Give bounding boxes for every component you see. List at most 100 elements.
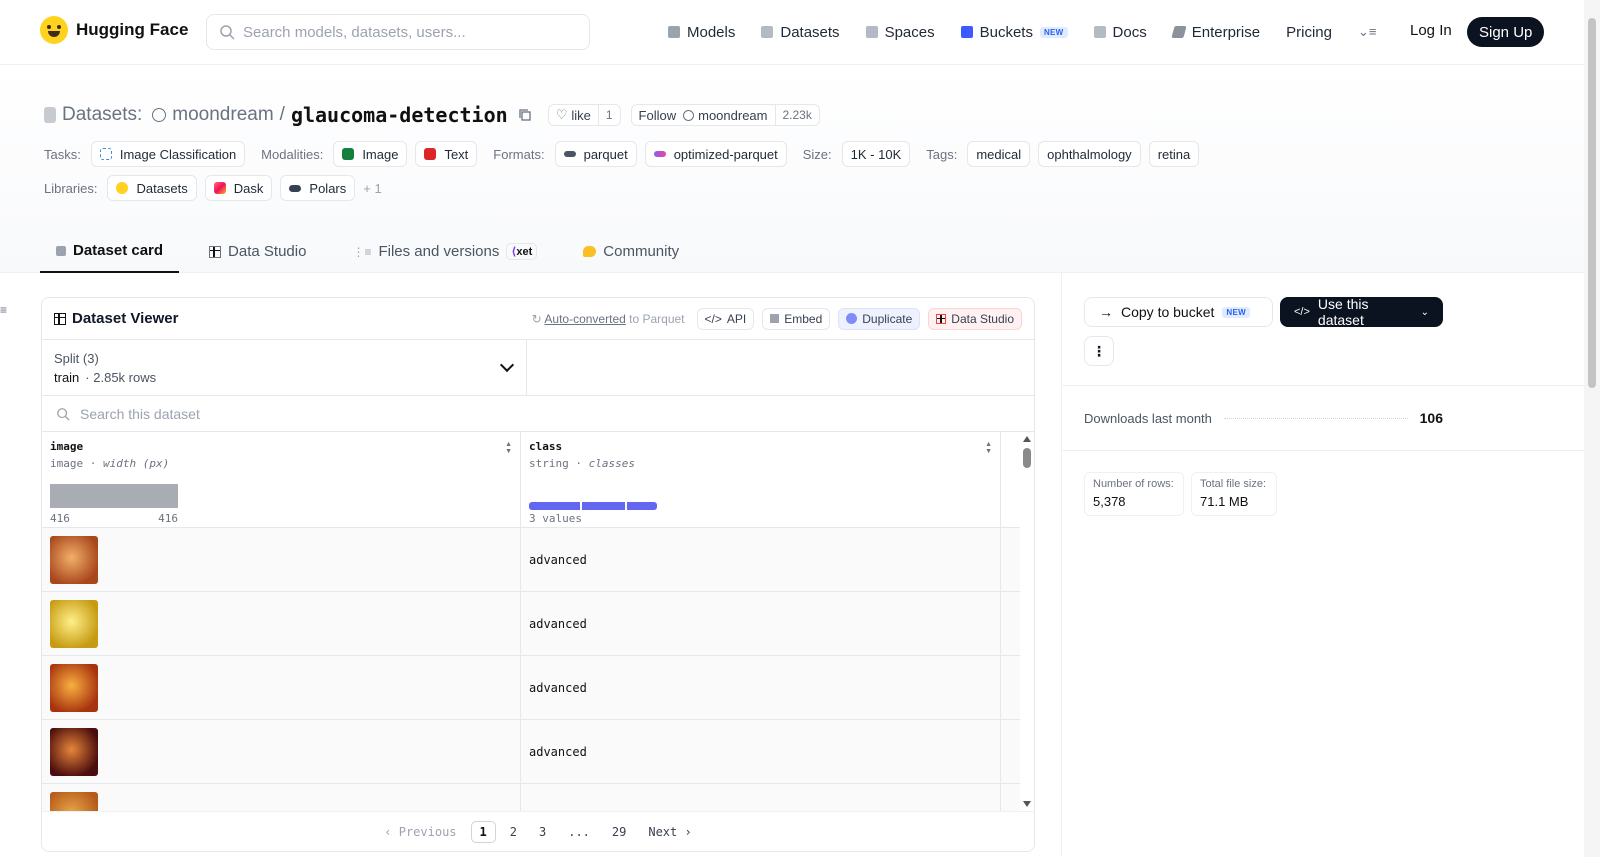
nav-models[interactable]: Models (668, 24, 735, 41)
image-cell[interactable] (42, 720, 521, 783)
fundus-image-thumbnail[interactable] (50, 535, 98, 584)
tag-dask[interactable]: Dask (204, 175, 273, 201)
tab-dataset-card[interactable]: Dataset card (40, 230, 180, 273)
table-row[interactable]: advanced (42, 592, 1034, 656)
class-cell[interactable]: advanced (521, 592, 1001, 655)
sidebar-toggle-icon[interactable]: ≡ (0, 303, 7, 317)
auto-converted-link[interactable]: Auto-converted (544, 312, 625, 326)
tag-datasets-lib[interactable]: Datasets (107, 175, 197, 201)
embed-button[interactable]: Embed (762, 307, 831, 330)
auto-converted-note: ↻ Auto-converted to Parquet (531, 311, 685, 326)
tag-image-classification[interactable]: Image Classification (90, 141, 246, 167)
repo-owner[interactable]: moondream (172, 104, 273, 126)
table-scrollbar[interactable] (1020, 432, 1034, 811)
table-body: advanced advanced advanced advanced (42, 528, 1034, 811)
search-input[interactable] (243, 23, 573, 41)
fundus-image-thumbnail[interactable] (50, 791, 98, 811)
class-cell[interactable]: advanced (521, 656, 1001, 719)
table-row[interactable] (42, 784, 1034, 811)
class-bar[interactable] (582, 502, 625, 510)
tag-image[interactable]: Image (333, 141, 408, 167)
next-page-button[interactable]: Next › (640, 822, 699, 842)
nav-more-menu[interactable]: ⌄≡ (1358, 24, 1376, 40)
sort-icon[interactable]: ▲ ▼ (505, 441, 512, 455)
column-header-image[interactable]: image image · width (px) ▲ ▼ 416 416 (42, 432, 521, 527)
class-bar[interactable] (627, 502, 657, 510)
tag-ophthalmology[interactable]: ophthalmology (1038, 141, 1141, 167)
brand-logo[interactable]: Hugging Face (40, 16, 188, 44)
follow-button[interactable]: Follow moondream 2.23k (630, 104, 820, 126)
copy-to-bucket-button[interactable]: → Copy to bucket NEW (1084, 297, 1273, 327)
image-cell[interactable] (42, 656, 521, 719)
optimized-parquet-icon (653, 151, 666, 157)
fundus-image-thumbnail[interactable] (50, 727, 98, 776)
more-options-button[interactable]: ⋮ (1084, 336, 1114, 366)
sort-icon[interactable]: ▲ ▼ (985, 441, 992, 455)
global-search[interactable] (206, 14, 590, 50)
page-scrollbar[interactable] (1584, 0, 1600, 857)
prev-page-button[interactable]: ‹ Previous (376, 822, 464, 842)
tab-community[interactable]: Community (583, 230, 695, 273)
tag-polars[interactable]: Polars (280, 175, 356, 201)
repo-kind[interactable]: Datasets: (62, 104, 142, 126)
table-row[interactable]: advanced (42, 656, 1034, 720)
column-header-class[interactable]: class string · classes ▲ ▼ 3 values (521, 432, 1001, 527)
table-icon (936, 313, 947, 324)
table-row[interactable]: advanced (42, 528, 1034, 592)
like-button[interactable]: ♡ like 1 (547, 104, 621, 126)
class-cell[interactable] (521, 784, 1001, 811)
repo-name[interactable]: glaucoma-detection (291, 103, 508, 127)
tag-medical[interactable]: medical (967, 141, 1031, 167)
libraries-label: Libraries: (44, 180, 98, 196)
class-cell[interactable]: advanced (521, 528, 1001, 591)
use-dataset-button[interactable]: </> Use this dataset ⌄ (1280, 296, 1443, 328)
page-3[interactable]: 3 (531, 822, 554, 842)
tag-retina[interactable]: retina (1148, 141, 1200, 167)
nav-spaces[interactable]: Spaces (865, 24, 935, 41)
table-scrollbar-thumb[interactable] (1023, 448, 1031, 468)
image-cell[interactable] (42, 528, 521, 591)
page-scrollbar-thumb[interactable] (1588, 18, 1596, 388)
table-row[interactable]: advanced (42, 720, 1034, 784)
page-2[interactable]: 2 (502, 822, 525, 842)
image-cell[interactable] (42, 784, 521, 811)
tag-size[interactable]: 1K - 10K (841, 141, 911, 167)
fundus-image-thumbnail[interactable] (50, 663, 98, 712)
tag-optimized-parquet[interactable]: optimized-parquet (644, 141, 787, 167)
dataset-search-input[interactable] (80, 405, 680, 422)
nav-pricing[interactable]: Pricing (1286, 24, 1332, 41)
enterprise-icon (1171, 26, 1187, 38)
tag-parquet[interactable]: parquet (554, 141, 637, 167)
split-selector[interactable]: Split (3) train · 2.85k rows (42, 340, 527, 395)
width-histogram-bar[interactable] (50, 484, 178, 508)
tag-text[interactable]: Text (415, 141, 478, 167)
new-badge: NEW (1222, 306, 1250, 318)
nav-buckets[interactable]: Buckets NEW (960, 24, 1068, 41)
api-button[interactable]: </> API (696, 307, 755, 330)
nav-datasets[interactable]: Datasets (761, 24, 840, 41)
class-cell[interactable]: advanced (521, 720, 1001, 783)
tab-data-studio[interactable]: Data Studio (209, 230, 322, 273)
split-value: train (54, 370, 80, 385)
login-link[interactable]: Log In (1410, 22, 1452, 39)
code-icon: </> (1294, 306, 1310, 318)
image-cell[interactable] (42, 592, 521, 655)
page-29[interactable]: 29 (604, 822, 634, 842)
page-1[interactable]: 1 (470, 820, 496, 843)
scroll-up-icon[interactable] (1023, 436, 1031, 442)
copy-icon[interactable] (518, 108, 532, 122)
nav-docs[interactable]: Docs (1093, 24, 1147, 41)
data-studio-button[interactable]: Data Studio (928, 307, 1022, 330)
dataset-search[interactable] (42, 396, 1034, 432)
class-bar[interactable] (529, 502, 580, 510)
tab-files-and-versions[interactable]: ⋮≡ Files and versions ⟨xet (352, 230, 553, 273)
cube-icon (56, 245, 66, 256)
nav-enterprise[interactable]: Enterprise (1171, 24, 1260, 41)
signup-button[interactable]: Sign Up (1467, 17, 1545, 47)
fundus-image-thumbnail[interactable] (50, 599, 98, 648)
duplicate-button[interactable]: Duplicate (838, 307, 921, 330)
stat-size-value: 71.1 MB (1200, 494, 1249, 509)
libraries-more[interactable]: + 1 (363, 181, 381, 196)
scroll-down-icon[interactable] (1023, 801, 1031, 807)
chevron-down-icon: ⌄ (1420, 306, 1429, 318)
